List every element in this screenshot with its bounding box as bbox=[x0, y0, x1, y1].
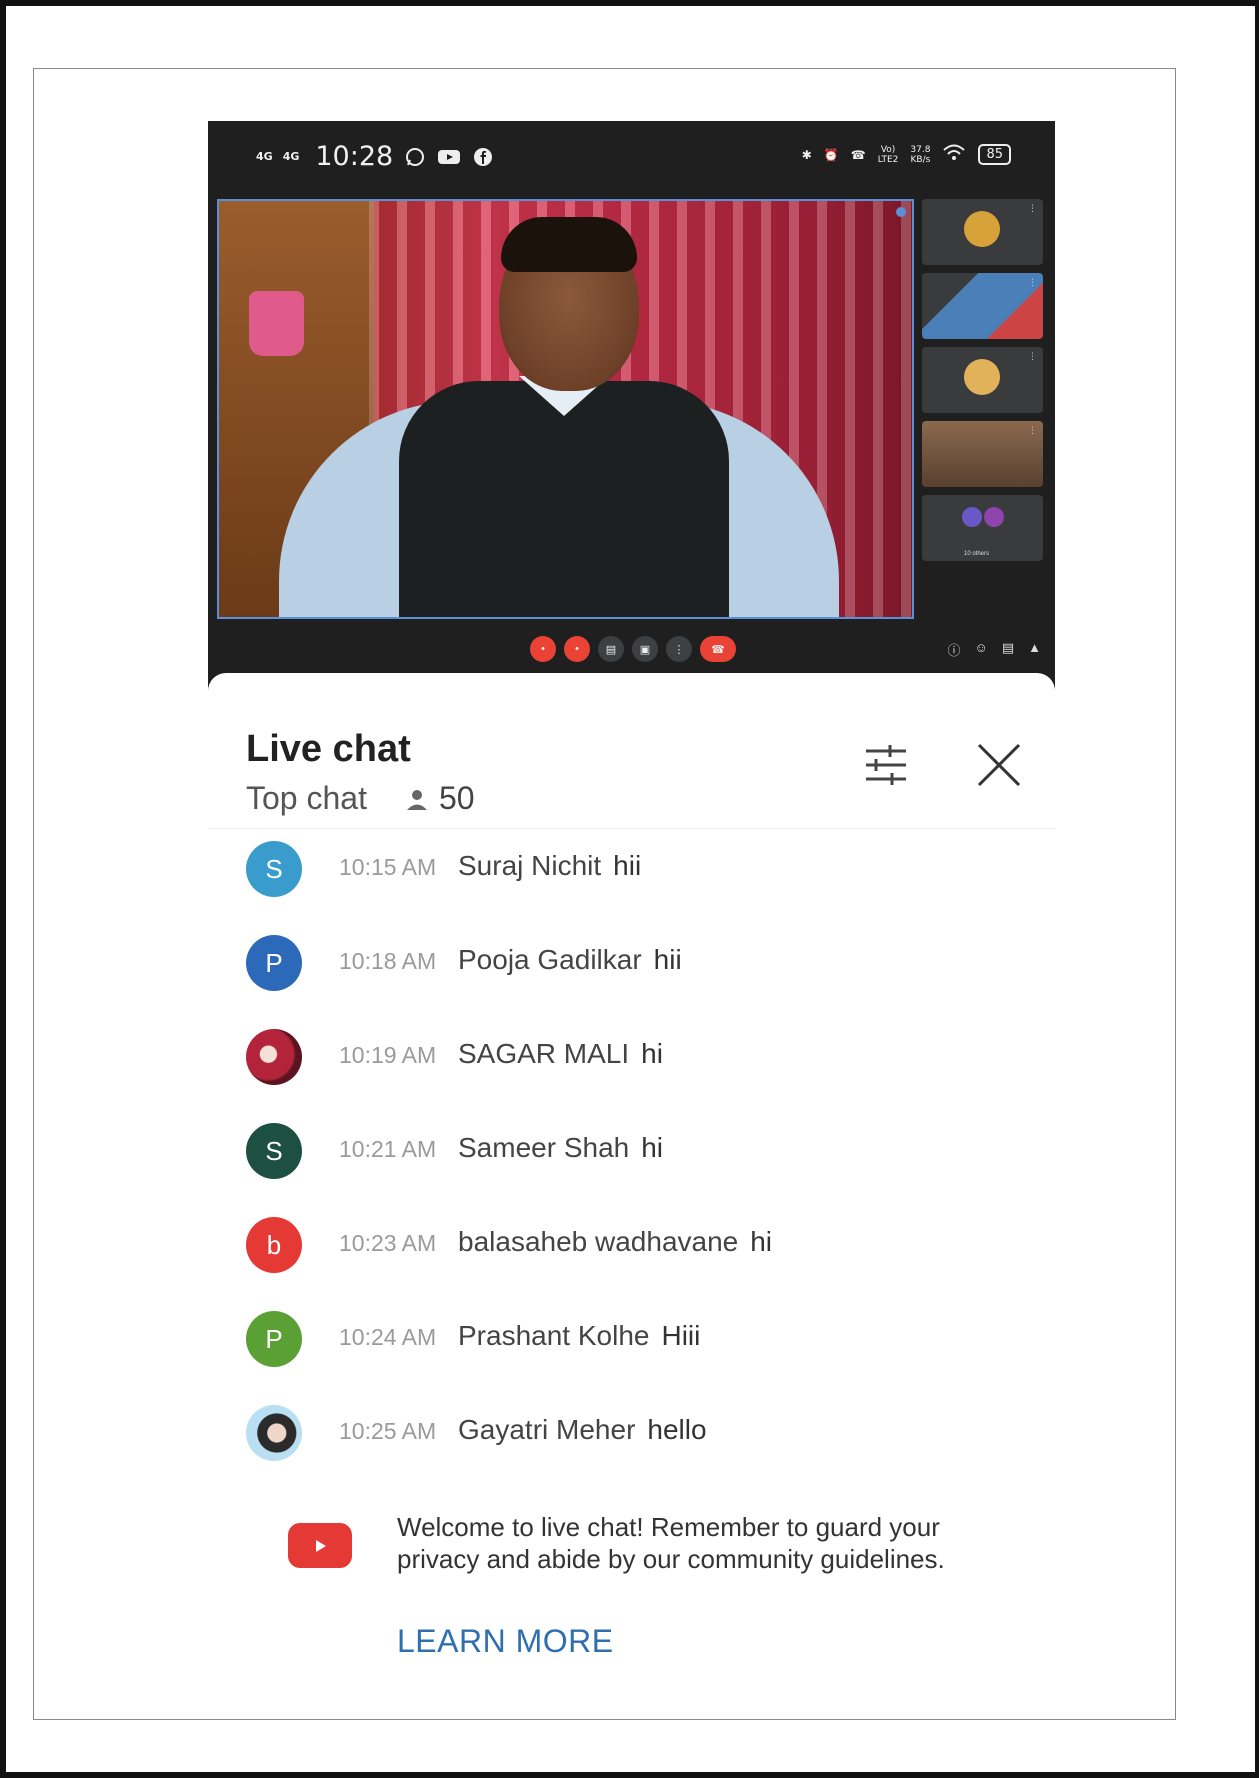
activities-icon[interactable]: ▲ bbox=[1028, 640, 1041, 659]
welcome-text: Welcome to live chat! Remember to guard … bbox=[397, 1512, 945, 1574]
avatar[interactable]: S bbox=[246, 841, 302, 897]
person-icon bbox=[406, 789, 427, 810]
message-time: 10:19 AM bbox=[339, 1042, 437, 1068]
message-text: hi bbox=[641, 1132, 664, 1163]
signal-2-icon: 4G bbox=[282, 149, 300, 163]
participant-tile[interactable]: ⋮ bbox=[922, 273, 1043, 339]
avatar[interactable]: S bbox=[246, 1123, 302, 1179]
meeting-control-bar: • • ▤ ▣ ⋮ ☎ ⓘ ☺ ▤ ▲ bbox=[208, 626, 1055, 671]
alarm-icon: ⏰ bbox=[823, 147, 839, 162]
message-text: hi bbox=[641, 1038, 663, 1069]
more-icon[interactable]: ⋮ bbox=[1028, 203, 1037, 214]
info-icon[interactable]: ⓘ bbox=[948, 640, 961, 659]
more-icon[interactable]: ⋮ bbox=[1028, 277, 1037, 288]
participant-tiles: ⋮ ⋮ ⋮ ⋮ 10 others bbox=[922, 199, 1048, 569]
youtube-logo-icon bbox=[288, 1523, 352, 1568]
chat-message[interactable]: P 10:18 AM Pooja Gadilkar hii bbox=[208, 923, 1055, 1017]
welcome-banner: Welcome to live chat! Remember to guard … bbox=[208, 1487, 1055, 1707]
avatar[interactable]: P bbox=[246, 1311, 302, 1367]
wifi-icon bbox=[942, 143, 966, 166]
message-author[interactable]: Gayatri Meher bbox=[458, 1414, 635, 1445]
viewer-count-value: 50 bbox=[438, 780, 475, 816]
network-speed: 37.8 KB/s bbox=[910, 144, 931, 165]
message-author[interactable]: SAGAR MALI bbox=[458, 1038, 629, 1069]
message-time: 10:25 AM bbox=[339, 1418, 437, 1444]
others-label: 10 others bbox=[964, 551, 990, 557]
chat-title: Live chat bbox=[246, 728, 411, 770]
camera-button[interactable]: • bbox=[564, 636, 590, 662]
message-body: SAGAR MALI hi bbox=[458, 1038, 663, 1070]
mic-button[interactable]: • bbox=[530, 636, 556, 662]
message-time: 10:18 AM bbox=[339, 948, 437, 974]
message-time: 10:15 AM bbox=[339, 854, 437, 880]
message-author[interactable]: Pooja Gadilkar bbox=[458, 944, 642, 975]
message-author[interactable]: Suraj Nichit bbox=[458, 850, 601, 881]
wifi-call-icon: ☎ bbox=[850, 147, 866, 162]
message-text: Hiii bbox=[661, 1320, 701, 1351]
message-body: balasaheb wadhavane hi bbox=[458, 1226, 772, 1258]
chat-message[interactable]: 10:19 AM SAGAR MALI hi bbox=[208, 1017, 1055, 1111]
message-author[interactable]: Sameer Shah bbox=[458, 1132, 629, 1163]
chat-message-list: S 10:15 AM Suraj Nichit hii P 10:18 AM Pooja G… bbox=[208, 829, 1055, 1487]
message-text: hello bbox=[647, 1414, 707, 1445]
bluetooth-icon: ✱ bbox=[801, 147, 812, 162]
avatar[interactable]: P bbox=[246, 935, 302, 991]
chat-message[interactable]: b 10:23 AM balasaheb wadhavane hi bbox=[208, 1205, 1055, 1299]
message-author[interactable]: Prashant Kolhe bbox=[458, 1320, 649, 1351]
more-icon[interactable]: ⋮ bbox=[1028, 425, 1037, 436]
status-time: 10:28 bbox=[315, 141, 394, 172]
participant-tile[interactable]: ⋮ bbox=[922, 421, 1043, 487]
signal-1-icon: 4G bbox=[256, 149, 273, 163]
message-text: hii bbox=[653, 944, 682, 975]
participant-tile[interactable]: ⋮ bbox=[922, 347, 1043, 413]
meeting-video-area: 4G 4G 10:28 ✱ ⏰ ☎ Vo) LTE2 37.8 KB/s 85 … bbox=[208, 121, 1055, 691]
end-call-button[interactable]: ☎ bbox=[700, 636, 736, 662]
viewer-count: 50 bbox=[405, 780, 475, 817]
main-speaker-video[interactable] bbox=[217, 199, 914, 619]
chat-header: Live chat Top chat 50 bbox=[208, 673, 1055, 829]
message-body: Gayatri Meher hello bbox=[458, 1414, 707, 1446]
chat-message[interactable]: S 10:21 AM Sameer Shah hi bbox=[208, 1111, 1055, 1205]
message-body: Sameer Shah hi bbox=[458, 1132, 663, 1164]
battery-indicator: 85 bbox=[978, 144, 1011, 165]
close-icon bbox=[977, 743, 1021, 787]
more-options-button[interactable]: ⋮ bbox=[666, 636, 692, 662]
message-body: Prashant Kolhe Hiii bbox=[458, 1320, 700, 1352]
status-bar: 4G 4G 10:28 ✱ ⏰ ☎ Vo) LTE2 37.8 KB/s 85 bbox=[208, 121, 1055, 191]
message-time: 10:24 AM bbox=[339, 1324, 437, 1350]
chat-mode-selector[interactable]: Top chat bbox=[246, 780, 367, 817]
message-text: hii bbox=[613, 850, 642, 881]
message-time: 10:23 AM bbox=[339, 1230, 437, 1256]
learn-more-link[interactable]: LEARN MORE bbox=[397, 1623, 614, 1660]
present-button[interactable]: ▣ bbox=[632, 636, 658, 662]
captions-button[interactable]: ▤ bbox=[598, 636, 624, 662]
message-author[interactable]: balasaheb wadhavane bbox=[458, 1226, 738, 1257]
chat-message[interactable]: 10:25 AM Gayatri Meher hello bbox=[208, 1393, 1055, 1487]
pin-icon[interactable] bbox=[896, 207, 906, 217]
message-body: Suraj Nichit hii bbox=[458, 850, 641, 882]
avatar[interactable] bbox=[246, 1029, 302, 1085]
chat-message[interactable]: S 10:15 AM Suraj Nichit hii bbox=[208, 829, 1055, 923]
network-type: Vo) LTE2 bbox=[877, 144, 899, 165]
people-icon[interactable]: ☺ bbox=[975, 640, 988, 659]
avatar[interactable]: b bbox=[246, 1217, 302, 1273]
whatsapp-icon bbox=[403, 145, 427, 169]
filter-button[interactable] bbox=[860, 739, 912, 791]
message-body: Pooja Gadilkar hii bbox=[458, 944, 682, 976]
avatar[interactable] bbox=[246, 1405, 302, 1461]
more-icon[interactable]: ⋮ bbox=[1028, 351, 1037, 362]
others-tile[interactable]: 10 others bbox=[922, 495, 1043, 561]
message-text: hi bbox=[750, 1226, 773, 1257]
live-chat-panel: Live chat Top chat 50 S 10:15 AM Suraj N… bbox=[208, 673, 1055, 1707]
message-time: 10:21 AM bbox=[339, 1136, 437, 1162]
participant-tile[interactable]: ⋮ bbox=[922, 199, 1043, 265]
facebook-icon bbox=[471, 145, 495, 169]
chat-icon[interactable]: ▤ bbox=[1002, 640, 1014, 659]
youtube-icon bbox=[437, 145, 461, 169]
close-button[interactable] bbox=[973, 739, 1025, 791]
phone-screenshot: 4G 4G 10:28 ✱ ⏰ ☎ Vo) LTE2 37.8 KB/s 85 … bbox=[208, 121, 1055, 1707]
chat-message[interactable]: P 10:24 AM Prashant Kolhe Hiii bbox=[208, 1299, 1055, 1393]
sliders-icon bbox=[866, 745, 906, 785]
